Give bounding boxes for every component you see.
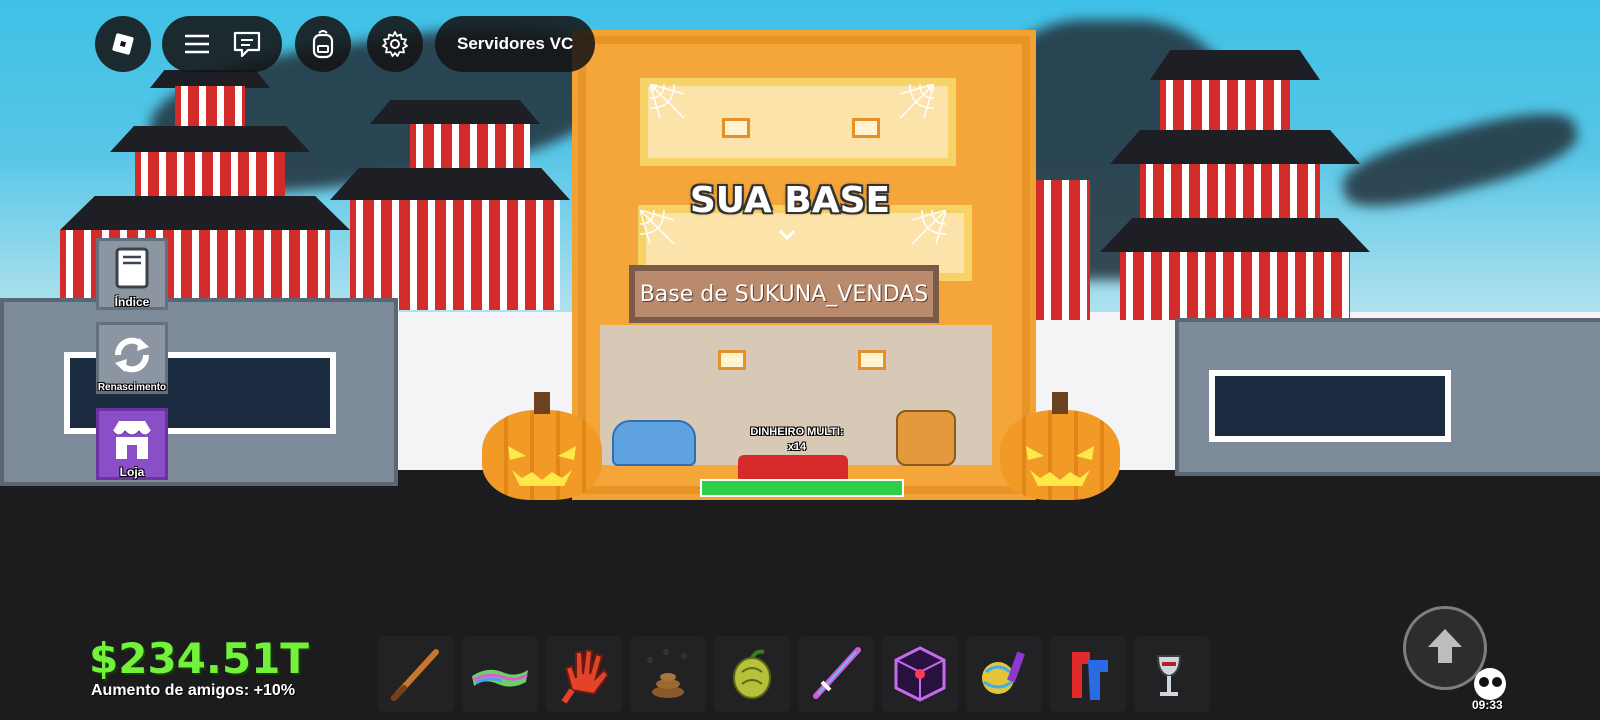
brainrot-figure-orange — [896, 410, 956, 466]
base-headline: SUA BASE — [689, 180, 891, 221]
hotbar-slot-7[interactable] — [882, 636, 958, 712]
red-blue-blocks-icon — [1072, 652, 1108, 700]
menu-button[interactable] — [172, 33, 222, 55]
chat-icon — [233, 31, 261, 58]
pagoda-right — [1100, 50, 1370, 320]
purple-cube-icon — [894, 646, 946, 702]
money-counter: $234.51T — [89, 634, 309, 683]
hamburger-icon — [185, 34, 209, 54]
backpack-icon — [312, 30, 334, 59]
wall-right — [1175, 318, 1600, 476]
roblox-menu-button[interactable] — [95, 16, 151, 72]
wall-left — [0, 298, 398, 486]
hotbar-slot-9[interactable] — [1050, 636, 1126, 712]
cobweb-icon — [640, 210, 674, 244]
ceiling-lamp — [852, 118, 880, 138]
jack-o-lantern-left — [482, 392, 602, 500]
hotbar-slot-2[interactable] — [462, 636, 538, 712]
ceiling-lamp — [858, 350, 886, 370]
disco-hammer-icon — [982, 651, 1025, 694]
shop-button[interactable]: Loja — [96, 408, 168, 480]
settings-button[interactable] — [367, 16, 423, 72]
rainbow-carpet-icon — [472, 669, 528, 687]
hotbar-slot-5[interactable] — [714, 636, 790, 712]
clock-time: 09:33 — [1472, 698, 1503, 712]
character-face-icon — [1474, 668, 1506, 700]
voice-servers-button[interactable]: Servidores VC — [435, 16, 596, 72]
brainrot-figure-blue — [612, 420, 696, 466]
roblox-logo-icon — [112, 33, 134, 55]
jack-o-lantern-right — [1000, 392, 1120, 500]
rebirth-label: Renascimento — [97, 382, 167, 393]
devil-fruit-icon — [733, 649, 771, 699]
shop-icon — [112, 421, 152, 459]
game-viewport[interactable]: SUA BASE Base de SUKUNA_VENDAS DINHEIRO … — [0, 0, 1600, 720]
backpack-button[interactable] — [295, 16, 351, 72]
cobweb-icon — [900, 84, 934, 118]
cobweb-icon — [650, 84, 684, 118]
gear-icon — [382, 31, 408, 57]
baseball-bat-icon — [391, 649, 439, 701]
poop-flies-icon — [647, 649, 687, 698]
rebirth-button[interactable]: Renascimento — [96, 322, 168, 394]
hotbar-slot-1[interactable] — [378, 636, 454, 712]
refresh-icon — [115, 337, 149, 373]
chat-button[interactable] — [222, 30, 272, 58]
shop-label: Loja — [119, 465, 145, 479]
hotbar-slot-3[interactable] — [546, 636, 622, 712]
hotbar-slot-8[interactable] — [966, 636, 1042, 712]
lava-glove-icon — [561, 648, 610, 704]
rainbow-sword-icon — [813, 647, 861, 699]
friends-bonus: Aumento de amigos: +10% — [91, 682, 296, 699]
pagoda-left-2 — [330, 100, 580, 320]
voice-servers-label: Servidores VC — [457, 34, 574, 53]
multiplier-label: DINHEIRO MULTI: — [750, 426, 844, 438]
index-button[interactable]: Índice — [96, 238, 168, 310]
chevron-down-icon — [778, 229, 796, 241]
money-multiplier: DINHEIRO MULTI: x14 — [738, 425, 856, 455]
hotbar-slot-4[interactable] — [630, 636, 706, 712]
hotbar-slot-10[interactable] — [1134, 636, 1210, 712]
book-icon — [115, 247, 149, 289]
cobweb-icon — [912, 210, 946, 244]
collect-pad[interactable] — [700, 479, 904, 497]
ceiling-lamp — [722, 118, 750, 138]
ceiling-lamp — [718, 350, 746, 370]
index-label: Índice — [114, 295, 150, 309]
multiplier-value: x14 — [787, 441, 807, 453]
pagoda-left — [40, 70, 360, 320]
base-owner-label: Base de SUKUNA_VENDAS — [639, 281, 929, 307]
hotbar-slot-6[interactable] — [798, 636, 874, 712]
goblet-icon — [1156, 655, 1182, 696]
base-owner-sign: Base de SUKUNA_VENDAS — [629, 265, 939, 323]
menu-chat-group — [162, 16, 282, 72]
